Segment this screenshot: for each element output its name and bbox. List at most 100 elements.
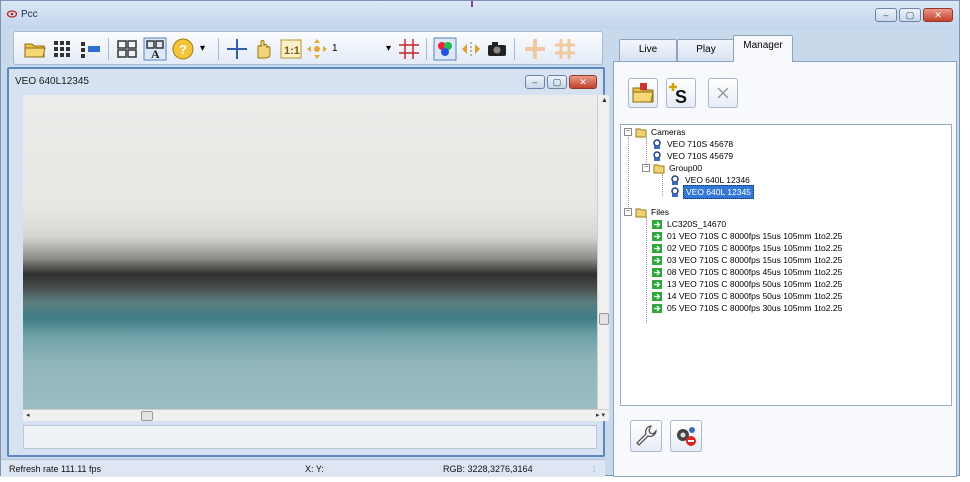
layout-icon[interactable] (78, 36, 104, 62)
window-controls: – ▢ ✕ (875, 8, 953, 22)
maximize-button[interactable]: ▢ (899, 8, 921, 22)
grid-overlay-icon[interactable] (396, 36, 422, 62)
delete-icon (717, 87, 729, 99)
folder-icon (653, 164, 665, 173)
separator (426, 38, 427, 60)
folder-icon (635, 208, 647, 217)
zoom-icon[interactable] (304, 36, 330, 62)
network-settings-icon (677, 427, 696, 446)
new-folder-icon (632, 83, 654, 103)
file-arrow-icon (652, 255, 662, 265)
tab-play[interactable]: Play (677, 39, 735, 61)
viewer-minimize-button[interactable]: – (525, 75, 545, 89)
camera-node-icon (671, 186, 679, 197)
tab-manager[interactable]: Manager (733, 35, 793, 62)
horizontal-scrollbar[interactable]: ◂ ▸ ▾ (23, 409, 609, 421)
main-toolbar: A ? ▾ 1:1 1 ▾ (13, 31, 603, 65)
help-dropdown[interactable]: ▾ (200, 43, 205, 54)
manager-panel: S − Cameras VEO 710S 45678 VEO 710S 4567… (613, 61, 957, 477)
resize-grip[interactable]: ⁞ (593, 466, 601, 474)
flip-icon[interactable] (458, 36, 484, 62)
tree-node-files[interactable]: Files (635, 206, 671, 218)
grid-disabled-icon[interactable] (552, 36, 578, 62)
tile-icon[interactable] (114, 36, 140, 62)
tree-node-file[interactable]: 03 VEO 710S C 8000fps 15us 105mm 1to2.25 (651, 254, 844, 266)
tab-live[interactable]: Live (619, 39, 677, 61)
camera-node-icon (653, 138, 661, 149)
vertical-scroll-thumb[interactable] (599, 313, 609, 325)
tree-node-file[interactable]: 14 VEO 710S C 8000fps 50us 105mm 1to2.25 (651, 290, 844, 302)
help-icon[interactable]: ? (170, 36, 196, 62)
hand-icon[interactable] (250, 36, 276, 62)
scroll-up-arrow[interactable]: ▲ (601, 97, 608, 104)
tree-node-file[interactable]: 01 VEO 710S C 8000fps 15us 105mm 1to2.25 (651, 230, 844, 242)
camera-node-icon (671, 174, 679, 185)
cursor-coordinates: X: Y: (305, 464, 324, 474)
tree-node-file[interactable]: 13 VEO 710S C 8000fps 50us 105mm 1to2.25 (651, 278, 844, 290)
add-camera-button[interactable]: S (666, 78, 696, 108)
tree-guide (628, 137, 629, 213)
auto-icon[interactable]: A (142, 36, 168, 62)
one-to-one-icon[interactable]: 1:1 (278, 36, 304, 62)
svg-text:A: A (151, 47, 160, 61)
vertical-scrollbar[interactable]: ▲ (597, 95, 609, 409)
cameras-expander[interactable]: − (624, 128, 632, 136)
tree-node-camera[interactable]: VEO 710S 45678 (651, 138, 735, 150)
viewer-window-controls: – ▢ ✕ (525, 75, 597, 89)
scroll-left-arrow[interactable]: ◂ (26, 411, 30, 419)
rgb-value: RGB: 3228,3276,3164 (443, 464, 533, 474)
file-arrow-icon (652, 243, 662, 253)
file-arrow-icon (652, 291, 662, 301)
camera-icon[interactable] (484, 36, 510, 62)
minimize-button[interactable]: – (875, 8, 897, 22)
tree-node-file[interactable]: 08 VEO 710S C 8000fps 45us 105mm 1to2.25 (651, 266, 844, 278)
group-expander[interactable]: − (642, 164, 650, 172)
zoom-level: 1 (332, 43, 338, 54)
new-folder-button[interactable] (628, 78, 658, 108)
network-settings-button[interactable] (670, 420, 702, 452)
viewer-bottom-bar (23, 425, 597, 449)
viewer-title: VEO 640L12345 (15, 76, 89, 87)
svg-text:S: S (675, 87, 687, 107)
zoom-dropdown[interactable]: ▾ (386, 43, 391, 54)
open-folder-icon[interactable] (22, 36, 48, 62)
refresh-rate: Refresh rate 111.11 fps (9, 464, 102, 474)
crosshair-icon[interactable] (224, 36, 250, 62)
viewer-close-button[interactable]: ✕ (569, 75, 597, 89)
tree-node-group[interactable]: Group00 (653, 162, 704, 174)
tree-node-camera-selected[interactable]: VEO 640L 12345 (669, 185, 754, 199)
tree-node-file[interactable]: 02 VEO 710S C 8000fps 15us 105mm 1to2.25 (651, 242, 844, 254)
svg-text:?: ? (179, 42, 187, 57)
device-tree[interactable]: − Cameras VEO 710S 45678 VEO 710S 45679 … (620, 124, 952, 406)
file-arrow-icon (652, 267, 662, 277)
window-title: Pcc (21, 9, 38, 20)
camera-node-icon (653, 150, 661, 161)
file-arrow-icon (652, 231, 662, 241)
tree-node-file[interactable]: 05 VEO 710S C 8000fps 30us 105mm 1to2.25 (651, 302, 844, 314)
grid-icon[interactable] (50, 36, 76, 62)
delete-button[interactable] (708, 78, 738, 108)
color-icon[interactable] (432, 36, 458, 62)
tree-node-camera[interactable]: VEO 710S 45679 (651, 150, 735, 162)
file-arrow-icon (652, 303, 662, 313)
file-arrow-icon (652, 219, 662, 229)
camera-image[interactable] (23, 95, 597, 409)
viewer-maximize-button[interactable]: ▢ (547, 75, 567, 89)
title-bar[interactable]: Pcc – ▢ ✕ (1, 1, 959, 29)
svg-text:1:1: 1:1 (284, 45, 300, 57)
cross-disabled-icon[interactable] (522, 36, 548, 62)
tree-guide (662, 174, 663, 196)
scroll-right-arrow[interactable]: ▸ ▾ (596, 411, 605, 419)
close-button[interactable]: ✕ (923, 8, 953, 22)
file-arrow-icon (652, 279, 662, 289)
image-viewer-window: VEO 640L12345 – ▢ ✕ ▲ ◂ ▸ ▾ (7, 67, 609, 457)
add-camera-icon: S (669, 83, 687, 107)
tree-node-file[interactable]: LC320S_14670 (651, 218, 728, 230)
settings-button[interactable] (630, 420, 662, 452)
horizontal-scroll-thumb[interactable] (141, 411, 153, 421)
status-bar: Refresh rate 111.11 fps X: Y: RGB: 3228,… (1, 459, 605, 477)
tree-node-cameras[interactable]: Cameras (635, 126, 687, 138)
files-expander[interactable]: − (624, 208, 632, 216)
text-cursor (471, 1, 473, 7)
wrench-icon (636, 425, 657, 446)
